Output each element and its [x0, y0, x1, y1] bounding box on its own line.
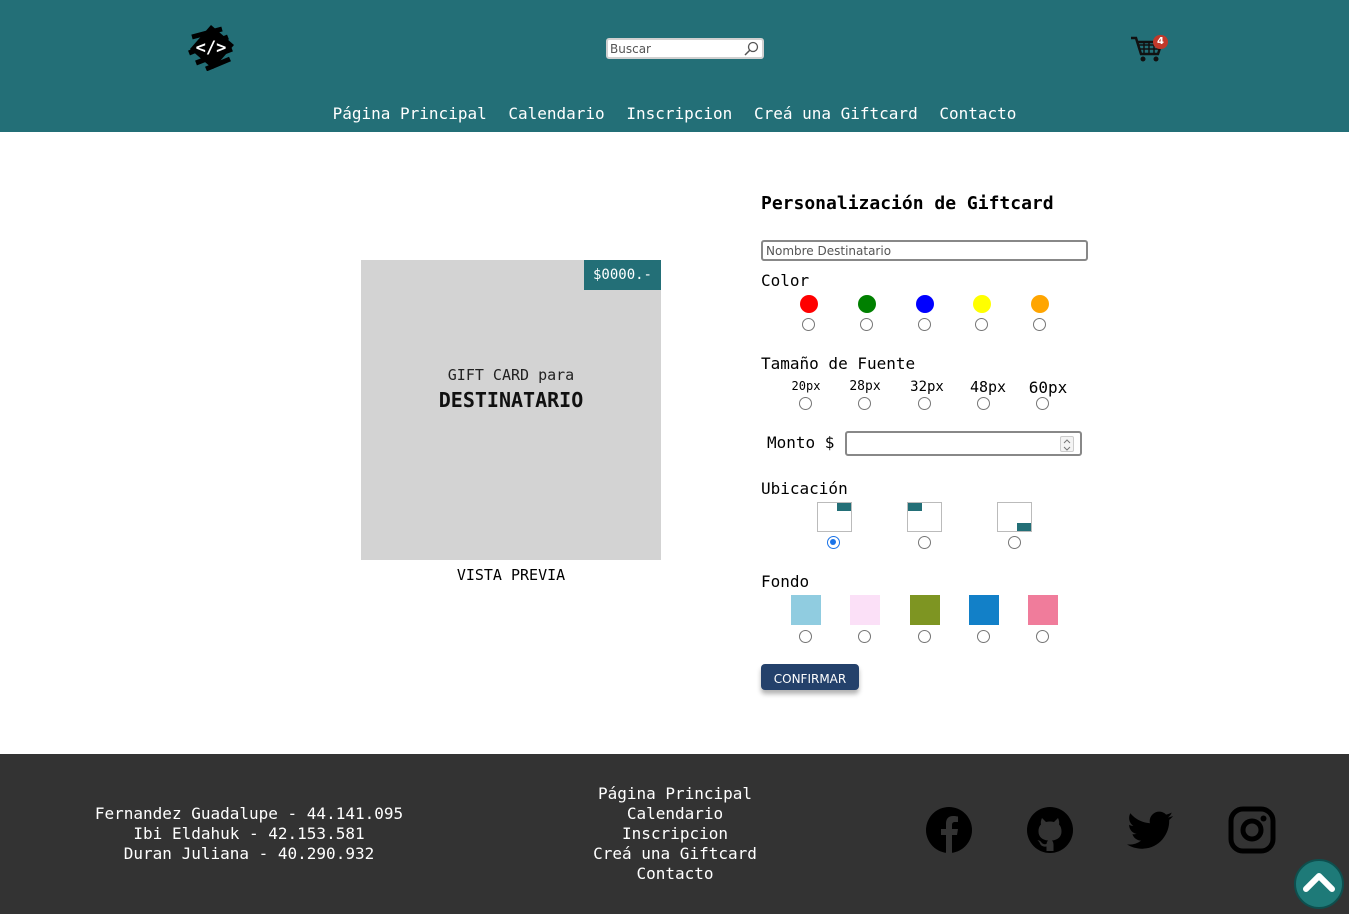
search-icon[interactable]	[742, 41, 760, 57]
footer-link-calendar[interactable]: Calendario	[560, 804, 790, 824]
search-box	[606, 38, 764, 59]
color-swatch-yellow	[973, 295, 991, 313]
github-icon[interactable]	[1026, 806, 1074, 854]
footer-link-home[interactable]: Página Principal	[560, 784, 790, 804]
location-preview-top-left	[907, 502, 942, 532]
background-swatch-rose	[1028, 595, 1058, 625]
location-radio-top-right[interactable]	[827, 536, 840, 549]
color-radio-red[interactable]	[802, 318, 815, 331]
footer-nav: Página Principal Calendario Inscripcion …	[560, 784, 790, 884]
cart-count-badge: 4	[1153, 35, 1168, 49]
nav-link-inscription[interactable]: Inscripcion	[626, 104, 732, 123]
font-size-radio-48[interactable]	[977, 397, 990, 410]
background-radio-light-blue[interactable]	[799, 630, 812, 643]
font-size-option-28: 28px	[849, 379, 881, 394]
nav-link-calendar[interactable]: Calendario	[508, 104, 604, 123]
background-swatch-blue	[969, 595, 999, 625]
stepper-arrows-icon	[1063, 439, 1071, 451]
nav-link-contact[interactable]: Contacto	[939, 104, 1016, 123]
background-radio-rose[interactable]	[1036, 630, 1049, 643]
search-input[interactable]	[610, 41, 740, 57]
font-size-option-60: 60px	[1028, 378, 1068, 397]
instagram-icon[interactable]	[1228, 806, 1276, 854]
logo-icon[interactable]: </>	[186, 23, 236, 71]
footer-link-inscription[interactable]: Inscripcion	[560, 824, 790, 844]
color-swatch-red	[800, 295, 818, 313]
recipient-name-input[interactable]	[761, 240, 1088, 261]
giftcard-price: $0000.-	[584, 260, 661, 290]
location-radio-top-left[interactable]	[918, 536, 931, 549]
back-to-top-button[interactable]	[1294, 859, 1344, 909]
main-nav: Página Principal Calendario Inscripcion …	[0, 104, 1349, 123]
giftcard-for-text: GIFT CARD para	[447, 366, 575, 384]
font-size-radio-28[interactable]	[858, 397, 871, 410]
form-title: Personalización de Giftcard	[761, 193, 1054, 214]
color-radio-green[interactable]	[860, 318, 873, 331]
twitter-icon[interactable]	[1127, 806, 1175, 854]
background-swatch-pink	[850, 595, 880, 625]
author-item: Fernandez Guadalupe - 44.141.095	[94, 804, 404, 823]
site-footer: Fernandez Guadalupe - 44.141.095 Ibi Eld…	[0, 754, 1349, 914]
footer-link-giftcard[interactable]: Creá una Giftcard	[560, 844, 790, 864]
site-header: </> 4 Página Principal Calendario Inscri…	[0, 0, 1349, 132]
nav-link-giftcard[interactable]: Creá una Giftcard	[754, 104, 918, 123]
footer-link-contact[interactable]: Contacto	[560, 864, 790, 884]
author-item: Ibi Eldahuk - 42.153.581	[133, 824, 365, 843]
color-radio-blue[interactable]	[918, 318, 931, 331]
amount-input[interactable]	[845, 431, 1082, 456]
font-size-option-32: 32px	[910, 379, 944, 395]
facebook-icon[interactable]	[925, 806, 973, 854]
font-size-radio-60[interactable]	[1036, 397, 1049, 410]
location-preview-top-right	[817, 502, 852, 532]
background-label: Fondo	[761, 572, 810, 591]
color-label: Color	[761, 271, 810, 290]
background-swatch-light-blue	[791, 595, 821, 625]
color-swatch-blue	[916, 295, 934, 313]
location-radio-bottom-right[interactable]	[1008, 536, 1021, 549]
color-swatch-orange	[1031, 295, 1049, 313]
font-size-option-20: 20px	[791, 379, 821, 393]
location-preview-bottom-right	[997, 502, 1032, 532]
authors-list: Fernandez Guadalupe - 44.141.095 Ibi Eld…	[60, 804, 438, 864]
color-swatch-green	[858, 295, 876, 313]
background-radio-pink[interactable]	[858, 630, 871, 643]
giftcard-recipient: DESTINATARIO	[438, 388, 584, 412]
preview-label: VISTA PREVIA	[456, 566, 566, 584]
location-label: Ubicación	[761, 479, 848, 498]
font-size-radio-32[interactable]	[918, 397, 931, 410]
background-swatch-olive	[910, 595, 940, 625]
font-size-radio-20[interactable]	[799, 397, 812, 410]
background-radio-blue[interactable]	[977, 630, 990, 643]
color-radio-yellow[interactable]	[975, 318, 988, 331]
amount-label: Monto $	[767, 433, 835, 452]
chevron-up-icon	[1303, 873, 1335, 892]
nav-link-home[interactable]: Página Principal	[333, 104, 487, 123]
svg-text:</>: </>	[196, 38, 227, 58]
amount-stepper[interactable]	[1060, 436, 1074, 452]
giftcard-preview: $0000.- GIFT CARD para DESTINATARIO	[361, 260, 661, 560]
background-radio-olive[interactable]	[918, 630, 931, 643]
confirm-button[interactable]: CONFIRMAR	[761, 664, 859, 690]
font-size-label: Tamaño de Fuente	[761, 354, 916, 373]
author-item: Duran Juliana - 40.290.932	[123, 844, 375, 863]
font-size-option-48: 48px	[969, 378, 1007, 396]
color-radio-orange[interactable]	[1033, 318, 1046, 331]
